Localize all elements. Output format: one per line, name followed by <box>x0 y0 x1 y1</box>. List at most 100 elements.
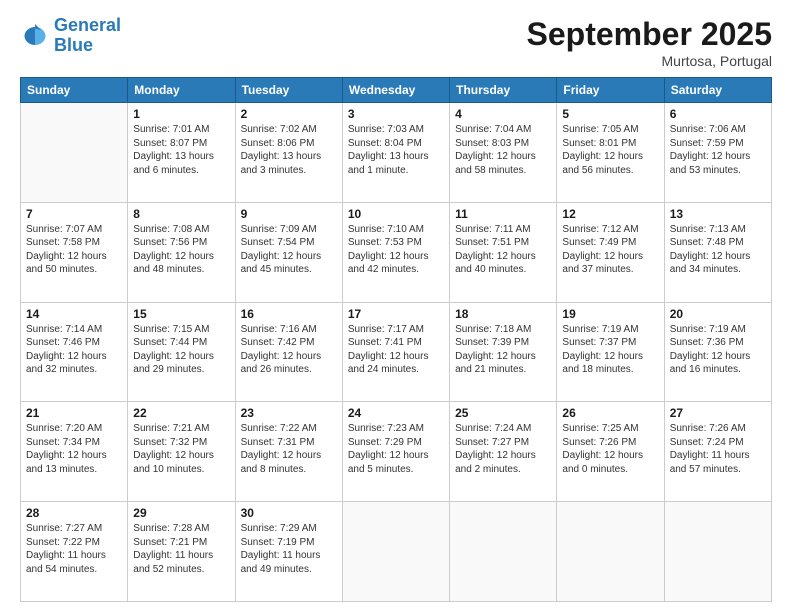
day-number: 5 <box>562 107 658 121</box>
day-number: 27 <box>670 406 766 420</box>
header-sunday: Sunday <box>21 78 128 103</box>
calendar-cell: 13 Sunrise: 7:13 AMSunset: 7:48 PMDayligh… <box>664 202 771 302</box>
day-info: Sunrise: 7:08 AMSunset: 7:56 PMDaylight:… <box>133 223 229 277</box>
day-info: Sunrise: 7:04 AMSunset: 8:03 PMDaylight:… <box>455 123 551 177</box>
calendar-cell <box>664 502 771 602</box>
header-saturday: Saturday <box>664 78 771 103</box>
calendar-cell: 30 Sunrise: 7:29 AMSunset: 7:19 PMDayligh… <box>235 502 342 602</box>
day-number: 24 <box>348 406 444 420</box>
calendar-cell: 2Sunrise: 7:02 AMSunset: 8:06 PMDaylight… <box>235 103 342 203</box>
calendar-header: Sunday Monday Tuesday Wednesday Thursday… <box>21 78 772 103</box>
day-info: Sunrise: 7:25 AMSunset: 7:26 PMDaylight:… <box>562 422 658 476</box>
header-monday: Monday <box>128 78 235 103</box>
day-info: Sunrise: 7:27 AMSunset: 7:22 PMDaylight:… <box>26 522 122 576</box>
day-info: Sunrise: 7:12 AMSunset: 7:49 PMDaylight:… <box>562 223 658 277</box>
day-number: 1 <box>133 107 229 121</box>
day-number: 15 <box>133 307 229 321</box>
day-info: Sunrise: 7:06 AMSunset: 7:59 PMDaylight:… <box>670 123 766 177</box>
day-info: Sunrise: 7:02 AMSunset: 8:06 PMDaylight:… <box>241 123 337 177</box>
calendar-cell: 23Sunrise: 7:22 AMSunset: 7:31 PMDayligh… <box>235 402 342 502</box>
calendar-cell: 17 Sunrise: 7:17 AMSunset: 7:41 PMDayligh… <box>342 302 449 402</box>
logo-line2: Blue <box>54 35 93 55</box>
day-info: Sunrise: 7:01 AMSunset: 8:07 PMDaylight:… <box>133 123 229 177</box>
day-info: Sunrise: 7:10 AMSunset: 7:53 PMDaylight:… <box>348 223 444 277</box>
header-friday: Friday <box>557 78 664 103</box>
calendar-cell: 28Sunrise: 7:27 AMSunset: 7:22 PMDayligh… <box>21 502 128 602</box>
calendar-cell: 20Sunrise: 7:19 AMSunset: 7:36 PMDayligh… <box>664 302 771 402</box>
calendar-cell: 11 Sunrise: 7:11 AMSunset: 7:51 PMDayligh… <box>450 202 557 302</box>
day-number: 4 <box>455 107 551 121</box>
header-tuesday: Tuesday <box>235 78 342 103</box>
day-number: 19 <box>562 307 658 321</box>
day-info: Sunrise: 7:28 AMSunset: 7:21 PMDaylight:… <box>133 522 229 576</box>
day-info: Sunrise: 7:15 AMSunset: 7:44 PMDaylight:… <box>133 323 229 377</box>
day-info: Sunrise: 7:17 AMSunset: 7:41 PMDaylight:… <box>348 323 444 377</box>
day-info: Sunrise: 7:16 AMSunset: 7:42 PMDaylight:… <box>241 323 337 377</box>
day-info: Sunrise: 7:14 AMSunset: 7:46 PMDaylight:… <box>26 323 122 377</box>
subtitle: Murtosa, Portugal <box>527 53 772 69</box>
calendar-cell: 4 Sunrise: 7:04 AMSunset: 8:03 PMDaylight… <box>450 103 557 203</box>
calendar-cell: 18Sunrise: 7:18 AMSunset: 7:39 PMDayligh… <box>450 302 557 402</box>
logo: General Blue <box>20 16 121 56</box>
calendar-cell: 6Sunrise: 7:06 AMSunset: 7:59 PMDaylight… <box>664 103 771 203</box>
calendar-table: Sunday Monday Tuesday Wednesday Thursday… <box>20 77 772 602</box>
day-number: 30 <box>241 506 337 520</box>
page: General Blue September 2025 Murtosa, Por… <box>0 0 792 612</box>
day-info: Sunrise: 7:11 AMSunset: 7:51 PMDaylight:… <box>455 223 551 277</box>
day-number: 7 <box>26 207 122 221</box>
calendar-cell: 29Sunrise: 7:28 AMSunset: 7:21 PMDayligh… <box>128 502 235 602</box>
calendar-cell: 19 Sunrise: 7:19 AMSunset: 7:37 PMDayligh… <box>557 302 664 402</box>
day-info: Sunrise: 7:23 AMSunset: 7:29 PMDaylight:… <box>348 422 444 476</box>
day-number: 25 <box>455 406 551 420</box>
day-info: Sunrise: 7:26 AMSunset: 7:24 PMDaylight:… <box>670 422 766 476</box>
main-title: September 2025 <box>527 16 772 53</box>
logo-text: General Blue <box>54 16 121 56</box>
calendar-cell: 16 Sunrise: 7:16 AMSunset: 7:42 PMDayligh… <box>235 302 342 402</box>
day-number: 11 <box>455 207 551 221</box>
calendar-cell: 14 Sunrise: 7:14 AMSunset: 7:46 PMDayligh… <box>21 302 128 402</box>
logo-line1: General <box>54 15 121 35</box>
day-info: Sunrise: 7:22 AMSunset: 7:31 PMDaylight:… <box>241 422 337 476</box>
day-number: 10 <box>348 207 444 221</box>
day-number: 13 <box>670 207 766 221</box>
day-number: 12 <box>562 207 658 221</box>
calendar-cell <box>450 502 557 602</box>
day-number: 16 <box>241 307 337 321</box>
calendar-cell <box>557 502 664 602</box>
calendar-week-0: 1 Sunrise: 7:01 AMSunset: 8:07 PMDaylight… <box>21 103 772 203</box>
calendar-cell: 3 Sunrise: 7:03 AMSunset: 8:04 PMDaylight… <box>342 103 449 203</box>
calendar-week-2: 14 Sunrise: 7:14 AMSunset: 7:46 PMDayligh… <box>21 302 772 402</box>
calendar-cell: 26 Sunrise: 7:25 AMSunset: 7:26 PMDayligh… <box>557 402 664 502</box>
calendar-cell: 25 Sunrise: 7:24 AMSunset: 7:27 PMDayligh… <box>450 402 557 502</box>
weekday-header-row: Sunday Monday Tuesday Wednesday Thursday… <box>21 78 772 103</box>
calendar-cell: 12 Sunrise: 7:12 AMSunset: 7:49 PMDayligh… <box>557 202 664 302</box>
calendar-cell: 15 Sunrise: 7:15 AMSunset: 7:44 PMDayligh… <box>128 302 235 402</box>
day-info: Sunrise: 7:13 AMSunset: 7:48 PMDaylight:… <box>670 223 766 277</box>
day-number: 3 <box>348 107 444 121</box>
calendar-cell: 21Sunrise: 7:20 AMSunset: 7:34 PMDayligh… <box>21 402 128 502</box>
calendar-cell: 24 Sunrise: 7:23 AMSunset: 7:29 PMDayligh… <box>342 402 449 502</box>
day-number: 17 <box>348 307 444 321</box>
header: General Blue September 2025 Murtosa, Por… <box>20 16 772 69</box>
day-number: 9 <box>241 207 337 221</box>
calendar-cell <box>342 502 449 602</box>
calendar-week-1: 7 Sunrise: 7:07 AMSunset: 7:58 PMDaylight… <box>21 202 772 302</box>
day-info: Sunrise: 7:07 AMSunset: 7:58 PMDaylight:… <box>26 223 122 277</box>
day-number: 26 <box>562 406 658 420</box>
calendar-cell: 5Sunrise: 7:05 AMSunset: 8:01 PMDaylight… <box>557 103 664 203</box>
calendar-body: 1 Sunrise: 7:01 AMSunset: 8:07 PMDaylight… <box>21 103 772 602</box>
day-info: Sunrise: 7:29 AMSunset: 7:19 PMDaylight:… <box>241 522 337 576</box>
calendar-cell: 1 Sunrise: 7:01 AMSunset: 8:07 PMDaylight… <box>128 103 235 203</box>
calendar-cell: 9Sunrise: 7:09 AMSunset: 7:54 PMDaylight… <box>235 202 342 302</box>
day-info: Sunrise: 7:20 AMSunset: 7:34 PMDaylight:… <box>26 422 122 476</box>
day-info: Sunrise: 7:03 AMSunset: 8:04 PMDaylight:… <box>348 123 444 177</box>
calendar-cell: 7 Sunrise: 7:07 AMSunset: 7:58 PMDaylight… <box>21 202 128 302</box>
day-info: Sunrise: 7:24 AMSunset: 7:27 PMDaylight:… <box>455 422 551 476</box>
logo-icon <box>20 21 50 51</box>
day-info: Sunrise: 7:19 AMSunset: 7:36 PMDaylight:… <box>670 323 766 377</box>
title-block: September 2025 Murtosa, Portugal <box>527 16 772 69</box>
calendar-cell: 22Sunrise: 7:21 AMSunset: 7:32 PMDayligh… <box>128 402 235 502</box>
day-number: 14 <box>26 307 122 321</box>
day-info: Sunrise: 7:19 AMSunset: 7:37 PMDaylight:… <box>562 323 658 377</box>
calendar-cell: 27 Sunrise: 7:26 AMSunset: 7:24 PMDayligh… <box>664 402 771 502</box>
